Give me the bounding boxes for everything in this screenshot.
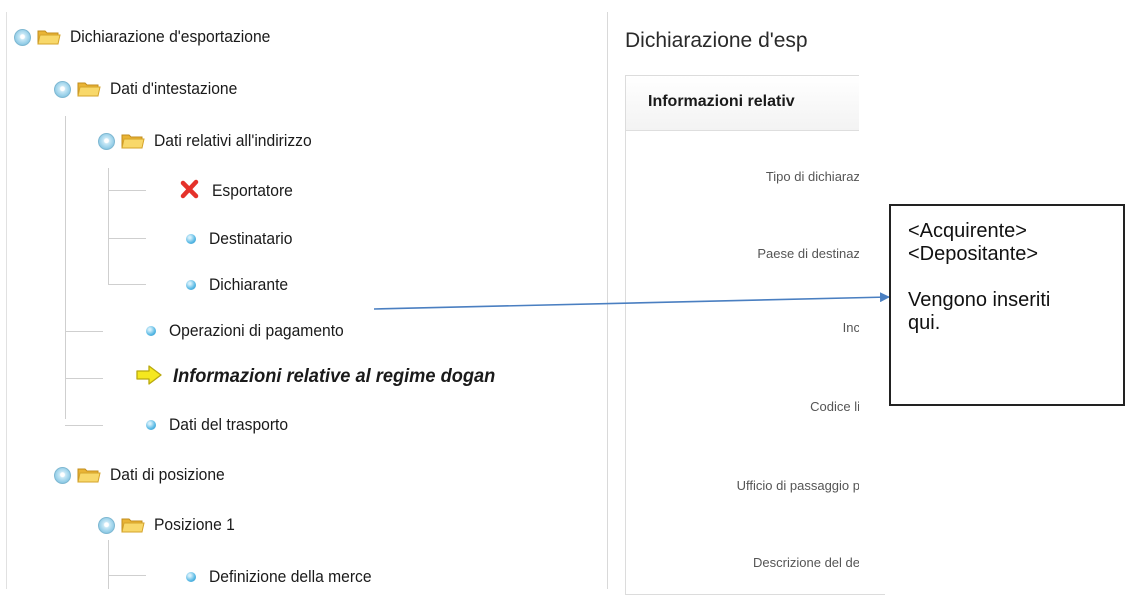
callout-line: <Depositante> xyxy=(908,243,1039,265)
annotation-callout: <Acquirente> <Depositante> Vengono inser… xyxy=(889,204,1125,406)
callout-line: Vengono inseriti xyxy=(908,289,1051,311)
callout-gap xyxy=(908,266,1123,289)
callout-line: <Acquirente> xyxy=(908,220,1027,242)
callout-line: qui. xyxy=(908,312,941,334)
callout-arrow-line xyxy=(373,292,890,310)
